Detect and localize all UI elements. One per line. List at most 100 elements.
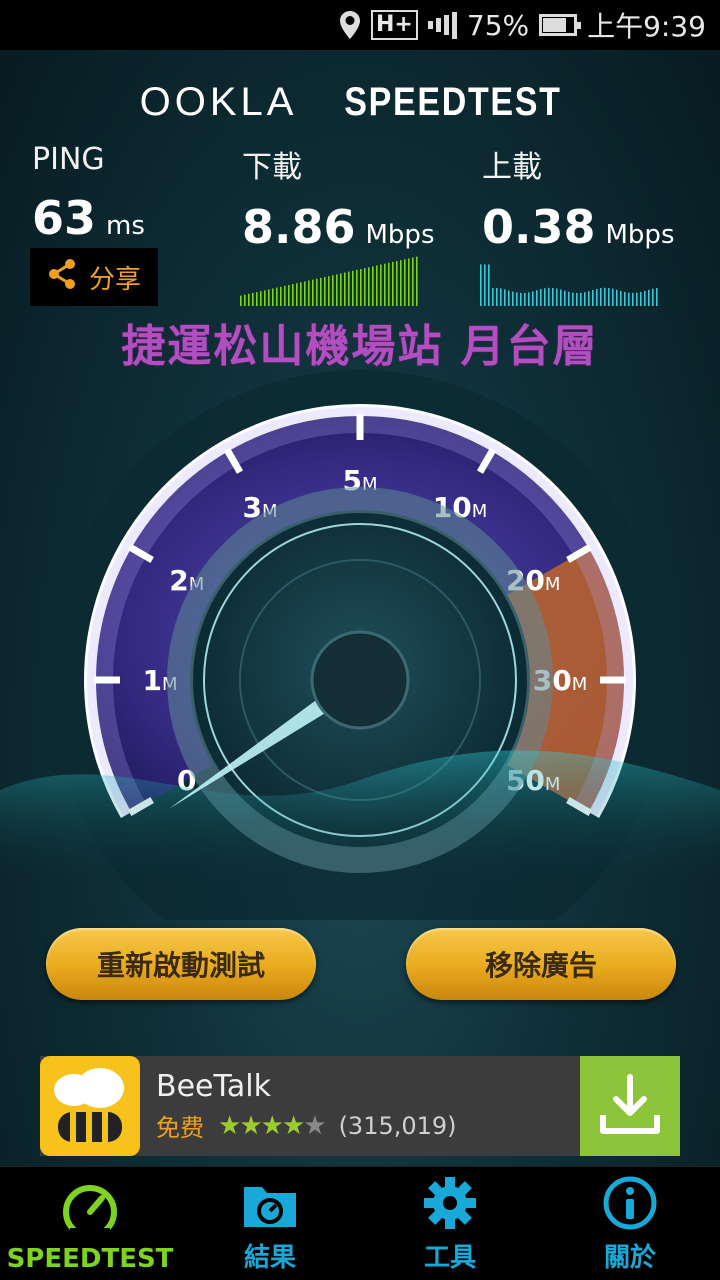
sparkline-bar [500, 288, 502, 306]
gear-icon [424, 1177, 476, 1229]
sparkline-bar [308, 280, 310, 306]
sparkline-bar [632, 292, 634, 306]
sparkline-bar [272, 288, 274, 306]
sparkline-bar [520, 292, 522, 306]
sparkline-bar [604, 287, 606, 306]
sparkline-bar [396, 261, 398, 306]
sparkline-bar [584, 292, 586, 306]
sparkline-bar [288, 284, 290, 306]
battery-icon [539, 14, 582, 36]
sparkline-bar [412, 257, 414, 306]
beetalk-app-icon [40, 1056, 140, 1156]
info-icon [603, 1176, 657, 1230]
sparkline-bar [620, 290, 622, 306]
sparkline-bar [392, 261, 394, 306]
sparkline-bar [324, 276, 326, 306]
upload-stat: 上載 0.38 Mbps [482, 142, 675, 254]
share-label: 分享 [88, 264, 141, 295]
download-stat: 下載 8.86 Mbps [242, 142, 435, 254]
location-icon [339, 10, 361, 40]
logo-product: SPEEDTEST [343, 80, 562, 124]
clock: 上午9:39 [587, 10, 706, 43]
download-icon [600, 1074, 660, 1134]
sparkline-bar [528, 292, 530, 306]
network-type-icon: H+ [371, 10, 418, 40]
bottom-nav: SPEEDTEST 結果 工具 關於 [0, 1166, 720, 1280]
sparkline-bar [580, 292, 582, 306]
ad-banner[interactable]: BeeTalk 免费 ★★★★★ (315,019) [40, 1056, 680, 1156]
download-value: 8.86 [242, 200, 356, 254]
sparkline-bar [540, 289, 542, 306]
restart-test-button[interactable]: 重新啟動測試 [46, 928, 316, 1000]
sparkline-bar [336, 274, 338, 306]
sparkline-bar [612, 288, 614, 306]
sparkline-bar [304, 281, 306, 306]
sparkline-bar [552, 287, 554, 306]
upload-value: 0.38 [482, 200, 596, 254]
sparkline-bar [628, 292, 630, 306]
sparkline-bar [356, 269, 358, 306]
sparkline-bar [648, 289, 650, 306]
nav-item-tools[interactable]: 工具 [360, 1167, 540, 1280]
nav-item-about[interactable]: 關於 [540, 1167, 720, 1280]
nav-item-speedtest[interactable]: SPEEDTEST [0, 1167, 180, 1280]
remove-ads-button[interactable]: 移除廣告 [406, 928, 676, 1000]
sparkline-bar [532, 291, 534, 306]
ad-download-button[interactable] [580, 1056, 680, 1156]
sparkline-bar [312, 279, 314, 306]
sparkline-bar [376, 265, 378, 306]
sparkline-bar [256, 292, 258, 306]
sparkline-bar [372, 266, 374, 306]
logo-brand: OOKLA [139, 80, 298, 124]
sparkline-bar [596, 288, 598, 306]
ping-value: 63 [32, 191, 97, 245]
sparkline-bar [388, 262, 390, 306]
nav-item-results[interactable]: 結果 [180, 1167, 360, 1280]
star-icon: ★ [281, 1110, 305, 1141]
speedometer-icon [63, 1185, 117, 1238]
ad-title: BeeTalk [156, 1069, 271, 1104]
nav-label-results: 結果 [243, 1243, 296, 1273]
sparkline-bar [652, 288, 654, 306]
sparkline-bar [516, 292, 518, 306]
status-bar: H+ 75% 上午9:39 [0, 0, 720, 50]
sparkline-bar [640, 292, 642, 306]
sparkline-bar [504, 289, 506, 306]
ping-label: PING [32, 142, 105, 177]
star-icon: ★ [218, 1110, 241, 1141]
star-icon: ★ [260, 1110, 284, 1141]
sparkline-bar [556, 288, 558, 306]
sparkline-bar [488, 264, 490, 306]
sparkline-bar [496, 287, 498, 306]
sparkline-bar [524, 292, 526, 306]
upload-sparkline [480, 264, 658, 306]
ping-stat: PING 63 ms [32, 142, 145, 245]
sparkline-bar [492, 287, 494, 306]
sparkline-bar [264, 290, 266, 306]
battery-percent: 75% [466, 8, 530, 42]
upload-unit: Mbps [605, 220, 675, 250]
sparkline-bar [252, 292, 254, 306]
sparkline-bar [340, 273, 342, 306]
sparkline-bar [616, 289, 618, 306]
sparkline-bar [360, 269, 362, 306]
results-folder-icon [244, 1187, 296, 1227]
sparkline-bar [636, 292, 638, 306]
sparkline-bar [328, 276, 330, 306]
app-logo: OOKLA SPEEDTEST [0, 80, 720, 125]
download-sparkline [240, 256, 418, 306]
sparkline-bar [344, 272, 346, 306]
sparkline-bar [600, 288, 602, 306]
needle-cap [310, 630, 410, 730]
share-button[interactable]: 分享 [30, 248, 158, 306]
speed-gauge: 01M2M3M5M10M20M30M50M [0, 370, 720, 920]
sparkline-bar [364, 268, 366, 306]
sparkline-bar [512, 291, 514, 306]
sparkline-bar [292, 284, 294, 306]
sparkline-bar [280, 286, 282, 306]
nav-label-about: 關於 [603, 1243, 656, 1273]
sparkline-bar [296, 283, 298, 306]
sparkline-bar [544, 288, 546, 306]
ping-unit: ms [106, 211, 145, 241]
sparkline-bar [300, 282, 302, 306]
